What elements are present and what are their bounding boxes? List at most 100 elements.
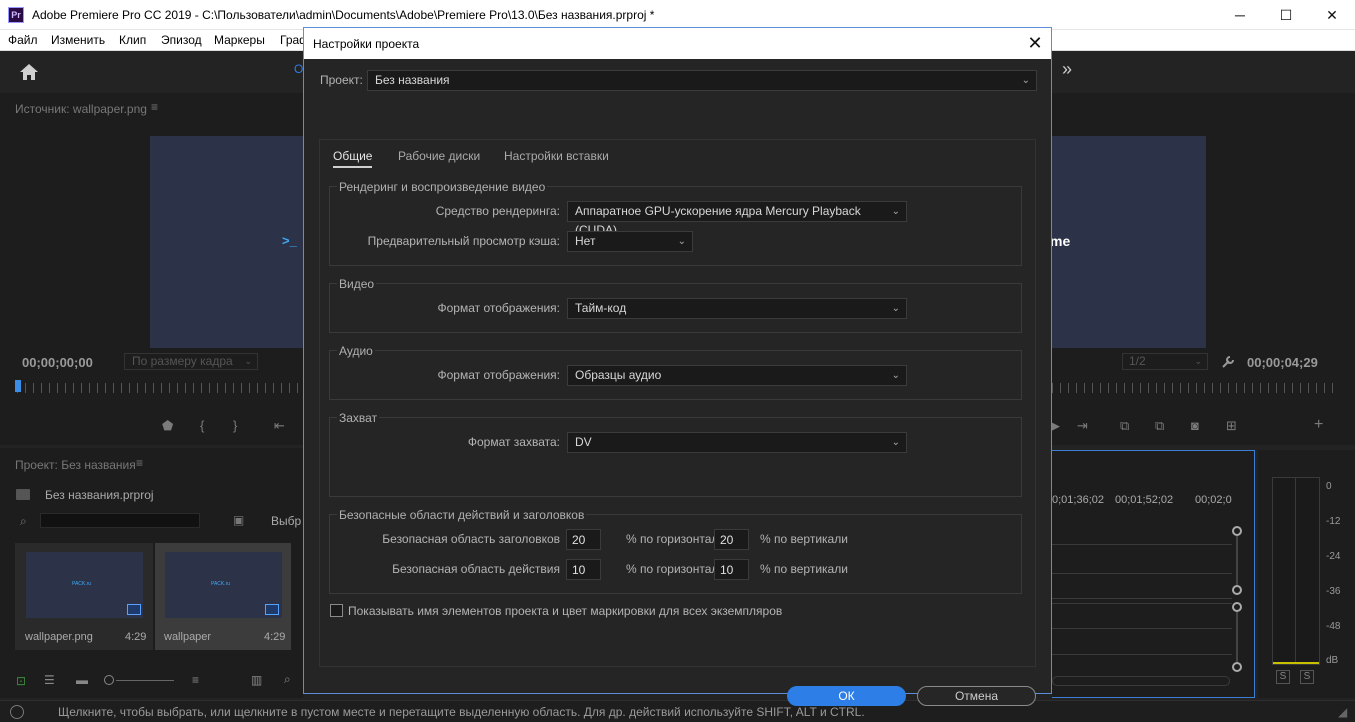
track-divider	[1052, 544, 1232, 545]
show-project-item-name-label[interactable]: Показывать имя элементов проекта и цвет …	[348, 604, 782, 618]
go-to-in-button[interactable]: ⇤	[274, 418, 285, 434]
cancel-button[interactable]: Отмена	[917, 686, 1036, 706]
workspace-more-icon[interactable]: »	[1062, 59, 1072, 80]
maximize-button[interactable]: ☐	[1263, 0, 1309, 30]
cache-preview-dropdown[interactable]: Нет ⌄	[567, 231, 693, 252]
project-item[interactable]: PACK.ru wallpaper.png 4:29	[15, 543, 153, 650]
wrench-icon[interactable]	[1220, 354, 1236, 370]
source-timecode-out[interactable]: 00;00;04;29	[1247, 355, 1318, 370]
project-item[interactable]: PACK.ru wallpaper 4:29	[155, 543, 291, 650]
ok-button[interactable]: ОК	[787, 686, 906, 706]
new-bin-icon[interactable]: ▣	[233, 513, 244, 527]
lock-icon[interactable]: ⊡	[16, 674, 26, 688]
capture-format-dropdown[interactable]: DV ⌄	[567, 432, 907, 453]
minimize-button[interactable]: ─	[1217, 0, 1263, 30]
button-editor-icon[interactable]: ⊞	[1226, 418, 1237, 434]
add-button[interactable]: +	[1314, 416, 1323, 434]
render-section	[329, 186, 1022, 266]
mark-in-button[interactable]: {	[200, 418, 204, 433]
scroll-track[interactable]	[1236, 536, 1238, 585]
audio-section-title: Аудио	[337, 344, 375, 358]
menu-clip[interactable]: Клип	[119, 33, 146, 47]
source-timeline-ruler-right[interactable]	[1052, 383, 1338, 393]
panel-menu-icon[interactable]: ≡	[151, 100, 158, 114]
folder-icon	[16, 489, 30, 500]
video-display-format-dropdown[interactable]: Тайм-код ⌄	[567, 298, 907, 319]
project-settings-dialog: Настройки проекта ✕ Проект: Без названия…	[303, 27, 1052, 706]
tab-general[interactable]: Общие	[333, 149, 373, 168]
overwrite-button[interactable]: ⧉	[1155, 418, 1164, 434]
action-safe-vertical-input[interactable]	[714, 559, 749, 580]
project-item-duration: 4:29	[264, 631, 286, 643]
resolution-dropdown[interactable]: 1/2 ⌄	[1122, 353, 1208, 370]
source-monitor-title[interactable]: Источник: wallpaper.png	[15, 102, 147, 116]
image-text-right: me	[1050, 233, 1071, 249]
project-panel-title[interactable]: Проект: Без названия	[15, 458, 136, 472]
title-safe-horizontal-input[interactable]	[566, 529, 601, 550]
project-panel-menu-icon[interactable]: ≡	[136, 456, 143, 470]
playhead[interactable]	[15, 380, 21, 392]
menu-file[interactable]: Файл	[8, 33, 38, 47]
title-safe-label: Безопасная область заголовков	[382, 532, 560, 546]
source-timecode-in[interactable]: 00;00;00;00	[22, 355, 93, 370]
scroll-track[interactable]	[1236, 612, 1238, 662]
scroll-handle[interactable]	[1232, 662, 1242, 672]
source-timeline-ruler[interactable]	[17, 383, 303, 393]
close-window-button[interactable]: ✕	[1309, 0, 1355, 30]
meter-scale: -36	[1326, 586, 1341, 597]
list-view-icon[interactable]: ☰	[44, 673, 55, 687]
action-safe-horizontal-input[interactable]	[566, 559, 601, 580]
workspace-tab-fragment[interactable]: О	[294, 62, 303, 76]
project-dropdown[interactable]: Без названия ⌄	[367, 70, 1037, 91]
video-display-format-label: Формат отображения:	[437, 301, 561, 315]
selection-label: Выбр	[271, 514, 302, 528]
go-to-out-button[interactable]: ⇥	[1077, 418, 1088, 434]
show-project-item-name-checkbox[interactable]	[330, 604, 343, 617]
meter-scale: -12	[1326, 516, 1341, 527]
safe-areas-section	[329, 514, 1022, 594]
scroll-handle[interactable]	[1232, 585, 1242, 595]
action-safe-h-suffix: % по горизонтали	[626, 562, 726, 576]
timeline-panel[interactable]	[1052, 450, 1255, 698]
image-text-left: >_	[282, 233, 297, 248]
window-title: Adobe Premiere Pro CC 2019 - C:\Пользова…	[32, 8, 655, 22]
zoom-slider-track[interactable]	[116, 680, 174, 681]
zoom-slider[interactable]	[104, 675, 114, 685]
camera-icon[interactable]: ◙	[1191, 418, 1199, 433]
title-safe-v-suffix: % по вертикали	[760, 532, 848, 546]
premiere-app-icon: Pr	[8, 7, 24, 23]
add-marker-button[interactable]: ⬟	[162, 418, 173, 434]
audio-display-format-dropdown[interactable]: Образцы аудио ⌄	[567, 365, 907, 386]
tab-ingest-settings[interactable]: Настройки вставки	[504, 149, 609, 163]
horizontal-scrollbar[interactable]	[1052, 676, 1230, 686]
title-safe-vertical-input[interactable]	[714, 529, 749, 550]
insert-button[interactable]: ⧉	[1120, 418, 1129, 434]
tab-scratch-disks[interactable]: Рабочие диски	[398, 149, 480, 163]
solo-button[interactable]: S	[1276, 670, 1290, 684]
project-search-input[interactable]	[40, 513, 200, 528]
project-file-name: Без названия.prproj	[45, 488, 154, 502]
scroll-handle[interactable]	[1232, 526, 1242, 536]
fit-dropdown[interactable]: По размеру кадра ⌄	[124, 353, 258, 370]
project-item-duration: 4:29	[125, 631, 147, 643]
chevron-down-icon: ⌄	[891, 437, 900, 448]
cache-preview-value: Нет	[575, 234, 596, 248]
icon-view-icon[interactable]: ▬	[76, 673, 88, 687]
capture-section-title: Захват	[337, 411, 380, 425]
capture-format-value: DV	[575, 435, 592, 449]
automate-icon[interactable]: ▥	[251, 673, 262, 687]
menu-sequence[interactable]: Эпизод	[161, 33, 202, 47]
menu-edit[interactable]: Изменить	[51, 33, 105, 47]
mark-out-button[interactable]: }	[233, 418, 237, 433]
action-safe-label: Безопасная область действия	[392, 562, 560, 576]
menu-markers[interactable]: Маркеры	[214, 33, 265, 47]
dialog-titlebar: Настройки проекта ✕	[304, 28, 1051, 59]
find-icon[interactable]: ⌕	[284, 672, 291, 687]
renderer-dropdown[interactable]: Аппаратное GPU-ускорение ядра Mercury Pl…	[567, 201, 907, 237]
sort-icon[interactable]: ≡	[192, 673, 199, 687]
home-icon[interactable]	[18, 62, 40, 82]
dialog-close-button[interactable]: ✕	[1022, 31, 1048, 55]
scroll-handle[interactable]	[1232, 602, 1242, 612]
solo-button[interactable]: S	[1300, 670, 1314, 684]
audio-meter	[1272, 477, 1320, 665]
